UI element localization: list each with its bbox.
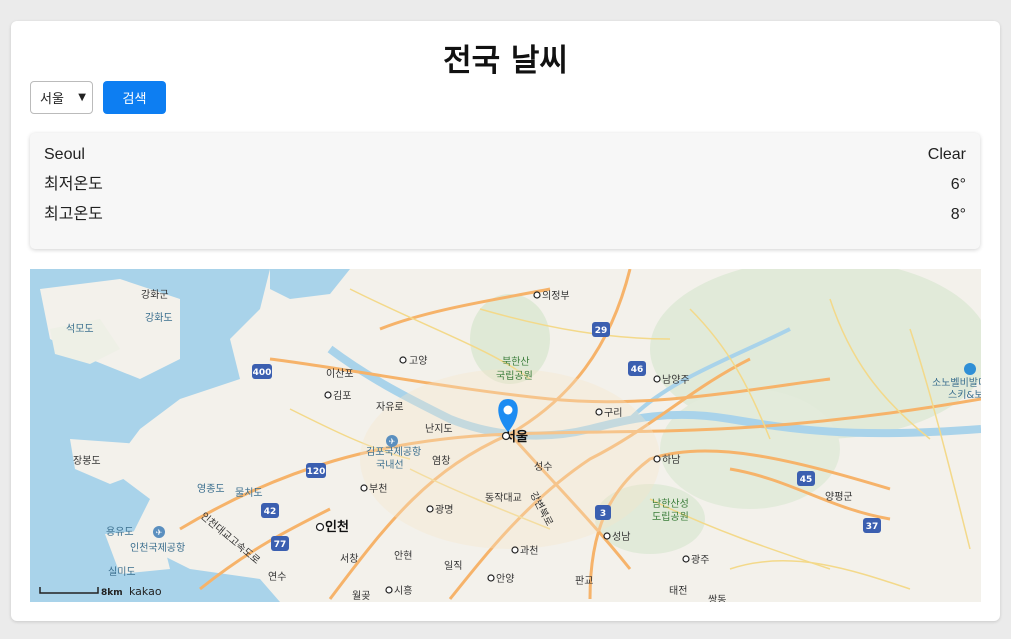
map-label-siheung: 시흥 bbox=[394, 584, 412, 597]
map-label-anhyeon: 안현 bbox=[394, 550, 412, 562]
search-controls: 서울 ▼ 검색 bbox=[30, 81, 166, 114]
map-label-jayuro: 자유로 bbox=[376, 401, 404, 413]
svg-text:29: 29 bbox=[595, 326, 608, 336]
map-label-seokmodo: 석모도 bbox=[66, 323, 94, 335]
map-label-pangyo: 판교 bbox=[575, 575, 593, 587]
svg-text:120: 120 bbox=[307, 467, 326, 477]
map-label-isanpo: 이산포 bbox=[326, 368, 354, 380]
page-title: 전국 날씨 bbox=[443, 43, 568, 79]
search-button[interactable]: 검색 bbox=[103, 81, 166, 114]
map-label-silmido: 실미도 bbox=[108, 566, 136, 578]
map-label-domestic-terminal: 국내선 bbox=[376, 459, 404, 471]
map-label-gimpo-airport: 김포국제공항 bbox=[366, 446, 421, 458]
city-name: Seoul bbox=[44, 146, 85, 163]
min-temp-value: 6° bbox=[950, 176, 966, 193]
map-label-hanam: 하남 bbox=[662, 453, 680, 466]
svg-text:77: 77 bbox=[274, 540, 287, 550]
map-provider-logo: kakao bbox=[129, 585, 162, 598]
weather-condition: Clear bbox=[927, 146, 966, 163]
map-label-seongsu: 성수 bbox=[534, 461, 552, 473]
weather-row-city: Seoul Clear bbox=[44, 143, 966, 173]
svg-text:46: 46 bbox=[631, 365, 644, 375]
min-temp-label: 최저온도 bbox=[44, 176, 103, 193]
map-label-ganghwado: 강화도 bbox=[145, 312, 173, 324]
map-label-yeonsu: 연수 bbox=[268, 571, 286, 583]
city-select[interactable]: 서울 ▼ bbox=[30, 81, 93, 114]
weather-info: Seoul Clear 최저온도 6° 최고온도 8° bbox=[30, 133, 980, 249]
map-label-ilji: 일직 bbox=[444, 560, 462, 572]
map-label-gwangmyeong: 광명 bbox=[435, 504, 453, 516]
map-label-provincial-park: 도립공원 bbox=[652, 510, 689, 523]
map-view[interactable]: 400 29 46 120 45 42 77 3 37 강화군 강화도 석모도 … bbox=[30, 269, 981, 602]
chevron-down-icon: ▼ bbox=[78, 92, 86, 103]
map-scale-text: 8km bbox=[101, 588, 123, 598]
map-label-yeomchang: 염창 bbox=[432, 455, 450, 467]
map-label-incheon-airport: 인천국제공항 bbox=[130, 542, 185, 554]
map-label-yongyudo: 용유도 bbox=[106, 526, 134, 538]
weather-row-min: 최저온도 6° bbox=[44, 173, 966, 203]
map-label-gwacheon: 과천 bbox=[520, 545, 538, 557]
svg-text:✈: ✈ bbox=[156, 528, 163, 537]
map-label-sonobel: 소노벨비발디 bbox=[932, 377, 981, 389]
map-label-ganghwagun: 강화군 bbox=[141, 289, 169, 301]
city-select-value: 서울 bbox=[40, 92, 64, 107]
map-canvas[interactable]: 400 29 46 120 45 42 77 3 37 강화군 강화도 석모도 … bbox=[30, 269, 981, 602]
map-label-ski: 스키&보 bbox=[948, 389, 981, 401]
map-label-gimpo: 김포 bbox=[333, 390, 351, 402]
map-label-seochang: 서창 bbox=[340, 553, 358, 565]
map-label-dongjakdaegyo: 동작대교 bbox=[485, 492, 522, 504]
map-label-ssangdong: 쌍동 bbox=[708, 594, 726, 602]
map-label-nanjido: 난지도 bbox=[425, 423, 453, 435]
svg-text:400: 400 bbox=[253, 368, 272, 378]
svg-text:45: 45 bbox=[800, 475, 813, 485]
map-label-namhansanseong: 남한산성 bbox=[652, 498, 689, 510]
map-label-yangpyeong: 양평군 bbox=[825, 491, 853, 503]
map-label-national-park: 국립공원 bbox=[496, 369, 533, 382]
map-label-goyang: 고양 bbox=[409, 355, 427, 367]
map-label-gwangju: 광주 bbox=[691, 554, 709, 566]
map-label-bucheon: 부천 bbox=[369, 483, 387, 495]
svg-text:3: 3 bbox=[600, 509, 606, 519]
map-label-incheon: 인천 bbox=[325, 519, 349, 535]
map-label-seongnam: 성남 bbox=[612, 531, 630, 543]
ski-resort-icon bbox=[964, 363, 976, 375]
map-label-wolgot: 월곶 bbox=[352, 590, 370, 602]
map-label-jangbongdo: 장봉도 bbox=[73, 455, 101, 467]
map-label-mulchido: 물치도 bbox=[235, 487, 263, 499]
map-label-anyang: 안양 bbox=[496, 573, 514, 585]
weather-card: 전국 날씨 서울 ▼ 검색 Seoul Clear 최저온도 6° 최고온도 8… bbox=[11, 21, 1000, 621]
svg-text:✈: ✈ bbox=[389, 437, 396, 446]
airport-icon: ✈ bbox=[153, 526, 165, 538]
map-label-guri: 구리 bbox=[604, 407, 622, 419]
map-label-yeongjongdo: 영종도 bbox=[197, 483, 225, 495]
map-label-bukhansan: 북한산 bbox=[502, 356, 530, 368]
map-label-uijeongbu: 의정부 bbox=[542, 290, 570, 302]
airport-icon: ✈ bbox=[386, 435, 398, 447]
weather-row-max: 최고온도 8° bbox=[44, 203, 966, 233]
svg-text:42: 42 bbox=[264, 507, 277, 517]
map-label-namyangju: 남양주 bbox=[662, 374, 690, 386]
svg-text:37: 37 bbox=[866, 522, 879, 532]
max-temp-label: 최고온도 bbox=[44, 206, 103, 223]
map-label-taejeon: 태전 bbox=[669, 585, 687, 597]
max-temp-value: 8° bbox=[950, 206, 966, 223]
